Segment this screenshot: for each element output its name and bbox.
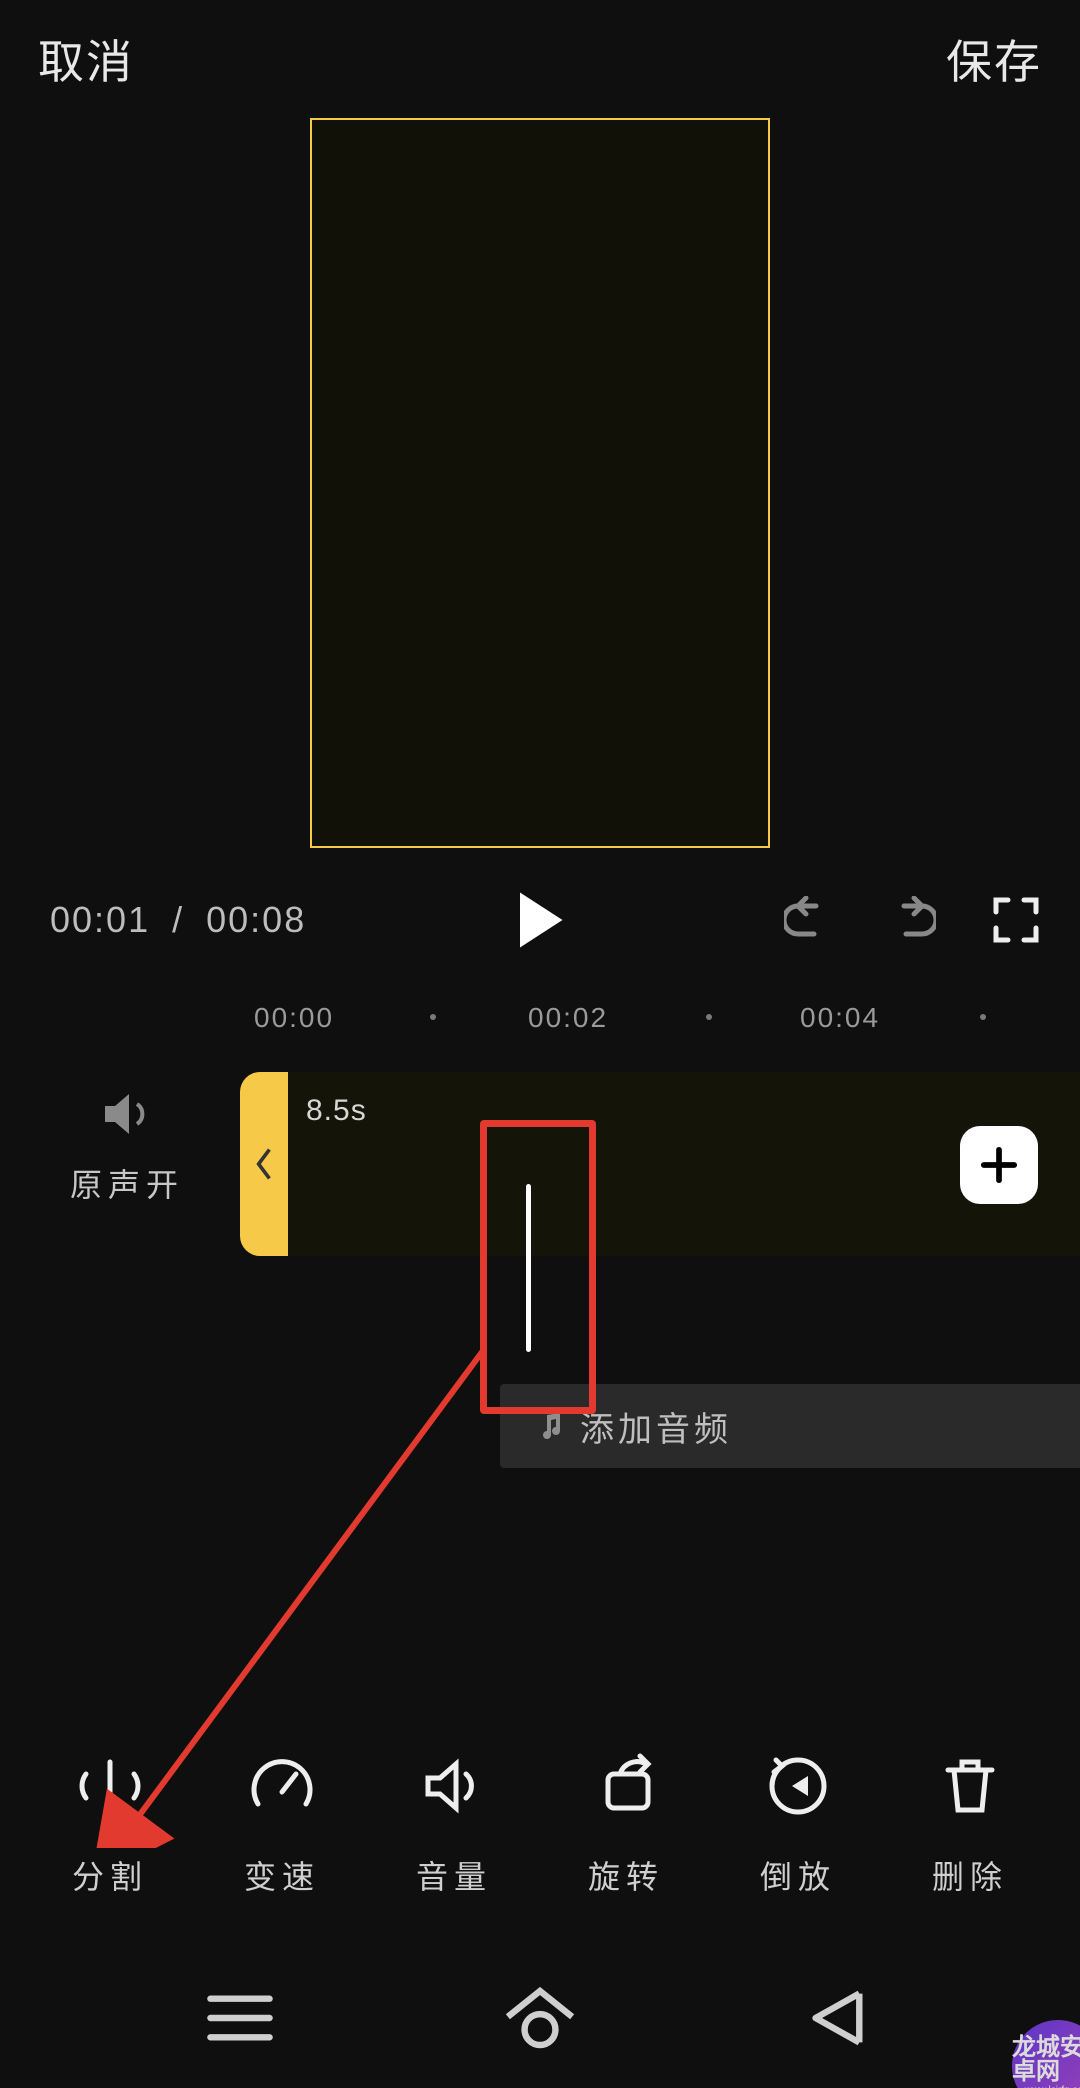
ruler-dot (706, 1014, 712, 1020)
music-note-icon (536, 1411, 566, 1441)
play-button[interactable] (514, 890, 566, 950)
rotate-label: 旋转 (588, 1852, 664, 1898)
header: 取消 保存 (0, 0, 1080, 118)
fullscreen-button[interactable] (992, 896, 1040, 944)
video-preview[interactable] (310, 118, 770, 848)
time-display: 00:01 / 00:08 (50, 899, 306, 941)
volume-label: 音量 (416, 1852, 492, 1898)
chevron-left-icon (253, 1146, 275, 1182)
time-separator: / (172, 899, 184, 940)
clip-duration: 8.5s (306, 1094, 367, 1128)
split-icon (72, 1748, 148, 1824)
undo-icon (784, 896, 832, 944)
bottom-toolbar: 分割 变速 音量 旋转 倒放 删除 (0, 1708, 1080, 1938)
current-time: 00:01 (50, 899, 150, 940)
volume-button[interactable]: 音量 (384, 1748, 524, 1898)
speed-label: 变速 (244, 1852, 320, 1898)
home-icon (495, 1973, 585, 2063)
video-clip[interactable]: 8.5s (240, 1072, 1080, 1256)
ruler-dot (980, 1014, 986, 1020)
save-button[interactable]: 保存 (946, 26, 1042, 92)
back-icon (795, 1973, 885, 2063)
split-button[interactable]: 分割 (40, 1748, 180, 1898)
timeline-playhead[interactable] (526, 1184, 531, 1352)
plus-icon (980, 1146, 1018, 1184)
total-time: 00:08 (206, 899, 306, 940)
play-icon (514, 890, 566, 950)
original-sound-label: 原声开 (52, 1160, 202, 1206)
original-sound-toggle[interactable]: 原声开 (52, 1086, 202, 1206)
rotate-button[interactable]: 旋转 (556, 1748, 696, 1898)
menu-icon (195, 1973, 285, 2063)
ruler-tick: 00:04 (800, 1002, 880, 1034)
system-navigation-bar (0, 1948, 1080, 2088)
reverse-button[interactable]: 倒放 (728, 1748, 868, 1898)
rotate-icon (588, 1748, 664, 1824)
cancel-button[interactable]: 取消 (38, 26, 134, 92)
volume-icon (416, 1748, 492, 1824)
watermark-title: 龙城安卓网 (1012, 2036, 1080, 2084)
add-clip-button[interactable] (960, 1126, 1038, 1204)
speaker-icon (99, 1086, 155, 1142)
add-audio-label: 添加音频 (580, 1402, 732, 1451)
watermark: 龙城安卓网 www.lcjrfg.com (960, 1968, 1080, 2088)
speed-icon (244, 1748, 320, 1824)
redo-icon (888, 896, 936, 944)
annotation-highlight-box (480, 1120, 596, 1414)
recent-apps-button[interactable] (195, 1973, 285, 2063)
ruler-dot (430, 1014, 436, 1020)
redo-button[interactable] (888, 896, 936, 944)
undo-button[interactable] (784, 896, 832, 944)
back-button[interactable] (795, 1973, 885, 2063)
split-label: 分割 (72, 1852, 148, 1898)
home-button[interactable] (495, 1973, 585, 2063)
clip-left-handle[interactable] (240, 1072, 288, 1256)
preview-area (0, 118, 1080, 848)
trash-icon (932, 1748, 1008, 1824)
delete-button[interactable]: 删除 (900, 1748, 1040, 1898)
fullscreen-icon (992, 896, 1040, 944)
speed-button[interactable]: 变速 (212, 1748, 352, 1898)
timeline-ruler[interactable]: 00:00 00:02 00:04 (0, 988, 1080, 1058)
ruler-tick: 00:00 (254, 1002, 334, 1034)
playback-controls: 00:01 / 00:08 (0, 860, 1080, 980)
ruler-tick: 00:02 (528, 1002, 608, 1034)
reverse-icon (760, 1748, 836, 1824)
reverse-label: 倒放 (760, 1852, 836, 1898)
delete-label: 删除 (932, 1852, 1008, 1898)
